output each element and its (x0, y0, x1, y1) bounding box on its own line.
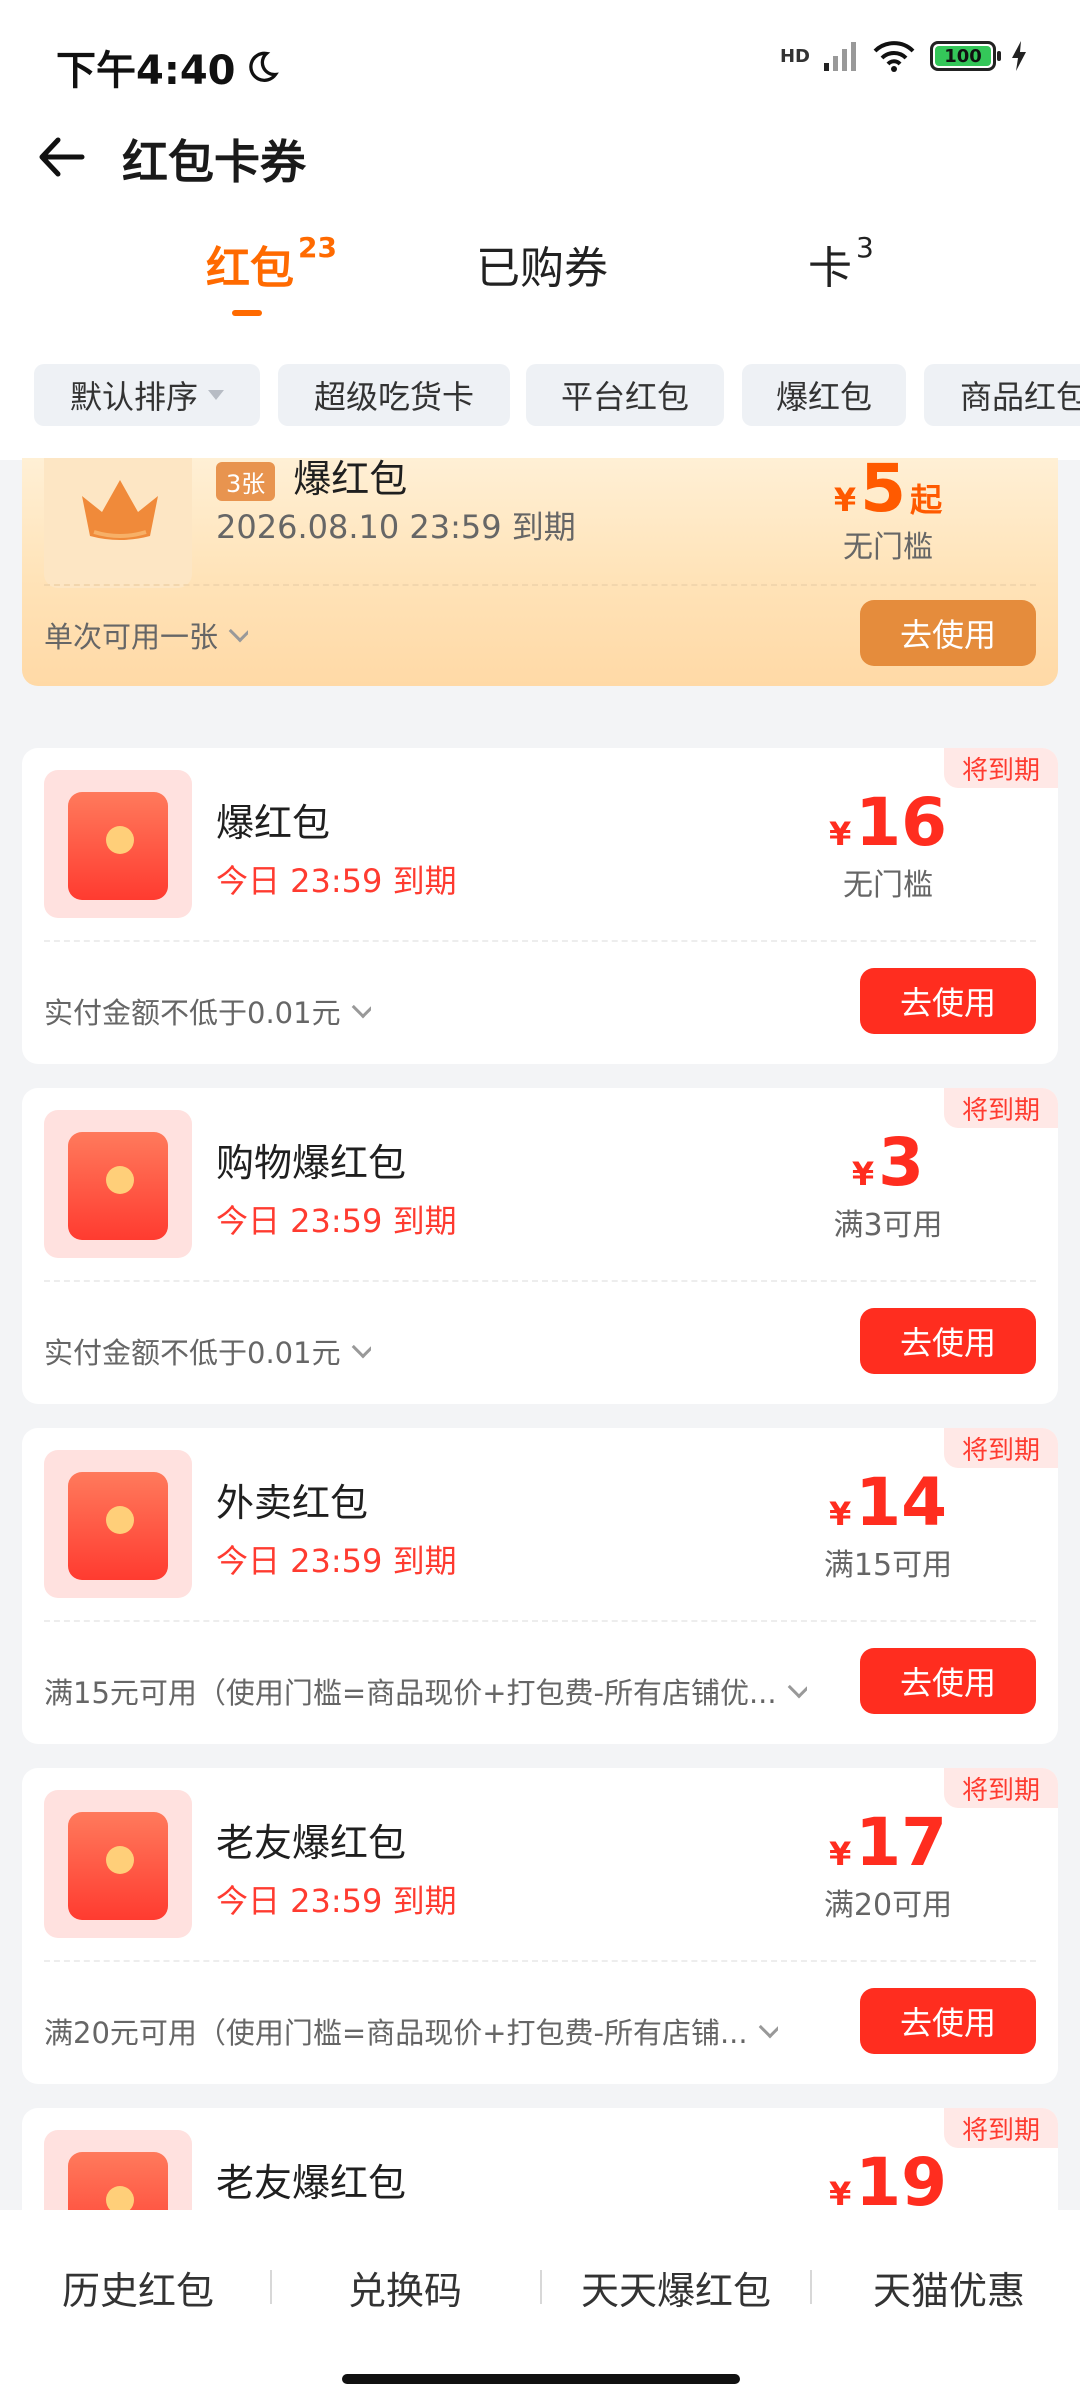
hongbao-card: 将到期 购物爆红包 今日 23:59 到期 ¥3 满3可用 实付金额不低于0.0… (22, 1088, 1058, 1404)
card-title: 外卖红包 (216, 1481, 369, 1525)
card-threshold: 满20可用 (823, 1888, 953, 1923)
card-title: 老友爆红包 (216, 1821, 407, 1865)
tmall-discount-link[interactable]: 天猫优惠 (864, 2260, 1034, 2315)
filter-chip-product-hongbao[interactable]: 商品红包 (924, 364, 1080, 426)
hongbao-list: 3张 爆红包 2026.08.10 23:59 到期 ¥5 起 无门槛 单次可用一张… (0, 458, 1080, 2210)
hongbao-card: 将到期 外卖红包 今日 23:59 到期 ¥14 满15可用 满15元可用（使用… (22, 1428, 1058, 1744)
card-amount: ¥19 (828, 2144, 948, 2210)
expiring-tag: 将到期 (943, 1428, 1058, 1468)
caret-down-icon (208, 390, 224, 400)
chevron-down-icon (787, 1675, 807, 1699)
card-title: 购物爆红包 (216, 1141, 407, 1185)
expiring-tag: 将到期 (943, 1768, 1058, 1808)
card-amount: ¥14 (828, 1464, 948, 1541)
card-note[interactable]: 满15元可用（使用门槛=商品现价+打包费-所有店铺优... (44, 1670, 807, 1712)
separator (540, 2270, 542, 2304)
card-note[interactable]: 实付金额不低于0.01元 (44, 990, 371, 1032)
filter-chip-platform-hongbao[interactable]: 平台红包 (526, 364, 724, 426)
chevron-down-icon (351, 1335, 371, 1359)
status-time: 下午4:40 (56, 38, 280, 96)
filter-chips: 默认排序 超级吃货卡 平台红包 爆红包 商品红包 (0, 340, 1080, 460)
expiring-tag: 将到期 (943, 748, 1058, 788)
card-amount: ¥16 (828, 784, 948, 861)
tab-hongbao[interactable]: 红包 23 (206, 231, 337, 296)
app-header: 红包卡券 (0, 100, 1080, 200)
hongbao-card: 将到期 爆红包 今日 23:59 到期 ¥16 无门槛 实付金额不低于0.01元… (22, 748, 1058, 1064)
hongbao-card: 3张 爆红包 2026.08.10 23:59 到期 ¥5 起 无门槛 单次可用一张… (22, 458, 1058, 686)
card-threshold: 无门槛 (843, 530, 933, 565)
card-expiry: 今日 23:59 到期 (216, 1542, 457, 1580)
battery-icon: 100 (930, 41, 1001, 71)
chevron-down-icon (351, 995, 371, 1019)
card-amount: ¥5 起 (833, 458, 943, 527)
charging-icon (1012, 41, 1026, 71)
bottom-action-bar: 历史红包 兑换码 天天爆红包 天猫优惠 (0, 2210, 1080, 2400)
hongbao-card: 将到期 老友爆红包 ¥19 (22, 2108, 1058, 2210)
filter-chip-super-foodie-card[interactable]: 超级吃货卡 (278, 364, 510, 426)
card-note[interactable]: 实付金额不低于0.01元 (44, 1330, 371, 1372)
home-indicator[interactable] (342, 2374, 740, 2384)
card-amount: ¥3 (851, 1124, 925, 1201)
chevron-down-icon (228, 619, 249, 643)
back-arrow-icon[interactable] (34, 130, 88, 184)
card-divider (44, 940, 1036, 942)
card-thumbnail (44, 458, 192, 588)
hongbao-icon (44, 1450, 192, 1598)
separator (810, 2270, 812, 2304)
moon-icon (248, 51, 279, 82)
sort-dropdown[interactable]: 默认排序 (34, 364, 260, 426)
count-badge: 3张 (216, 462, 276, 501)
card-expiry: 今日 23:59 到期 (216, 1202, 457, 1240)
status-indicators: HD 100 (780, 40, 1028, 72)
use-button[interactable]: 去使用 (860, 1988, 1036, 2054)
card-expiry: 今日 23:59 到期 (216, 1882, 457, 1920)
expiring-tag: 将到期 (943, 2108, 1058, 2148)
hongbao-icon (44, 1110, 192, 1258)
card-threshold: 无门槛 (843, 868, 933, 903)
card-note[interactable]: 单次可用一张 (44, 614, 249, 656)
redeem-code-link[interactable]: 兑换码 (330, 2260, 480, 2315)
separator (270, 2270, 272, 2304)
card-title: 爆红包 (216, 801, 331, 845)
tab-purchased-coupons[interactable]: 已购券 (476, 232, 608, 296)
use-button[interactable]: 去使用 (860, 1648, 1036, 1714)
use-button[interactable]: 去使用 (860, 600, 1036, 666)
card-divider (44, 1620, 1036, 1622)
signal-icon (824, 42, 856, 71)
use-button[interactable]: 去使用 (860, 968, 1036, 1034)
card-expiry: 2026.08.10 23:59 到期 (216, 508, 576, 546)
crown-icon (82, 480, 158, 540)
history-hongbao-link[interactable]: 历史红包 (58, 2260, 218, 2315)
chevron-down-icon (758, 2015, 778, 2039)
card-expiry: 今日 23:59 到期 (216, 862, 457, 900)
network-label: HD (779, 45, 810, 67)
card-note[interactable]: 满20元可用（使用门槛=商品现价+打包费-所有店铺... (44, 2010, 778, 2052)
card-amount: ¥17 (828, 1804, 948, 1881)
tab-bar: 红包 23 已购券 卡3 (0, 200, 1080, 340)
hongbao-icon (44, 2130, 192, 2210)
hongbao-icon (44, 1790, 192, 1938)
hongbao-icon (44, 770, 192, 918)
active-tab-indicator (232, 310, 262, 316)
tab-cards[interactable]: 卡3 (808, 231, 874, 296)
hongbao-card: 将到期 老友爆红包 今日 23:59 到期 ¥17 满20可用 满20元可用（使… (22, 1768, 1058, 2084)
wifi-icon (873, 41, 915, 72)
filter-chip-bao-hongbao[interactable]: 爆红包 (742, 364, 906, 426)
page-title: 红包卡券 (122, 135, 306, 189)
daily-bao-hongbao-link[interactable]: 天天爆红包 (576, 2260, 776, 2315)
card-divider (44, 1960, 1036, 1962)
card-threshold: 满15可用 (823, 1548, 953, 1583)
card-title: 老友爆红包 (216, 2161, 407, 2205)
card-title: 3张 爆红包 (216, 458, 407, 503)
card-threshold: 满3可用 (833, 1208, 943, 1243)
card-divider (44, 1280, 1036, 1282)
expiring-tag: 将到期 (943, 1088, 1058, 1128)
card-divider (44, 584, 1036, 586)
use-button[interactable]: 去使用 (860, 1308, 1036, 1374)
